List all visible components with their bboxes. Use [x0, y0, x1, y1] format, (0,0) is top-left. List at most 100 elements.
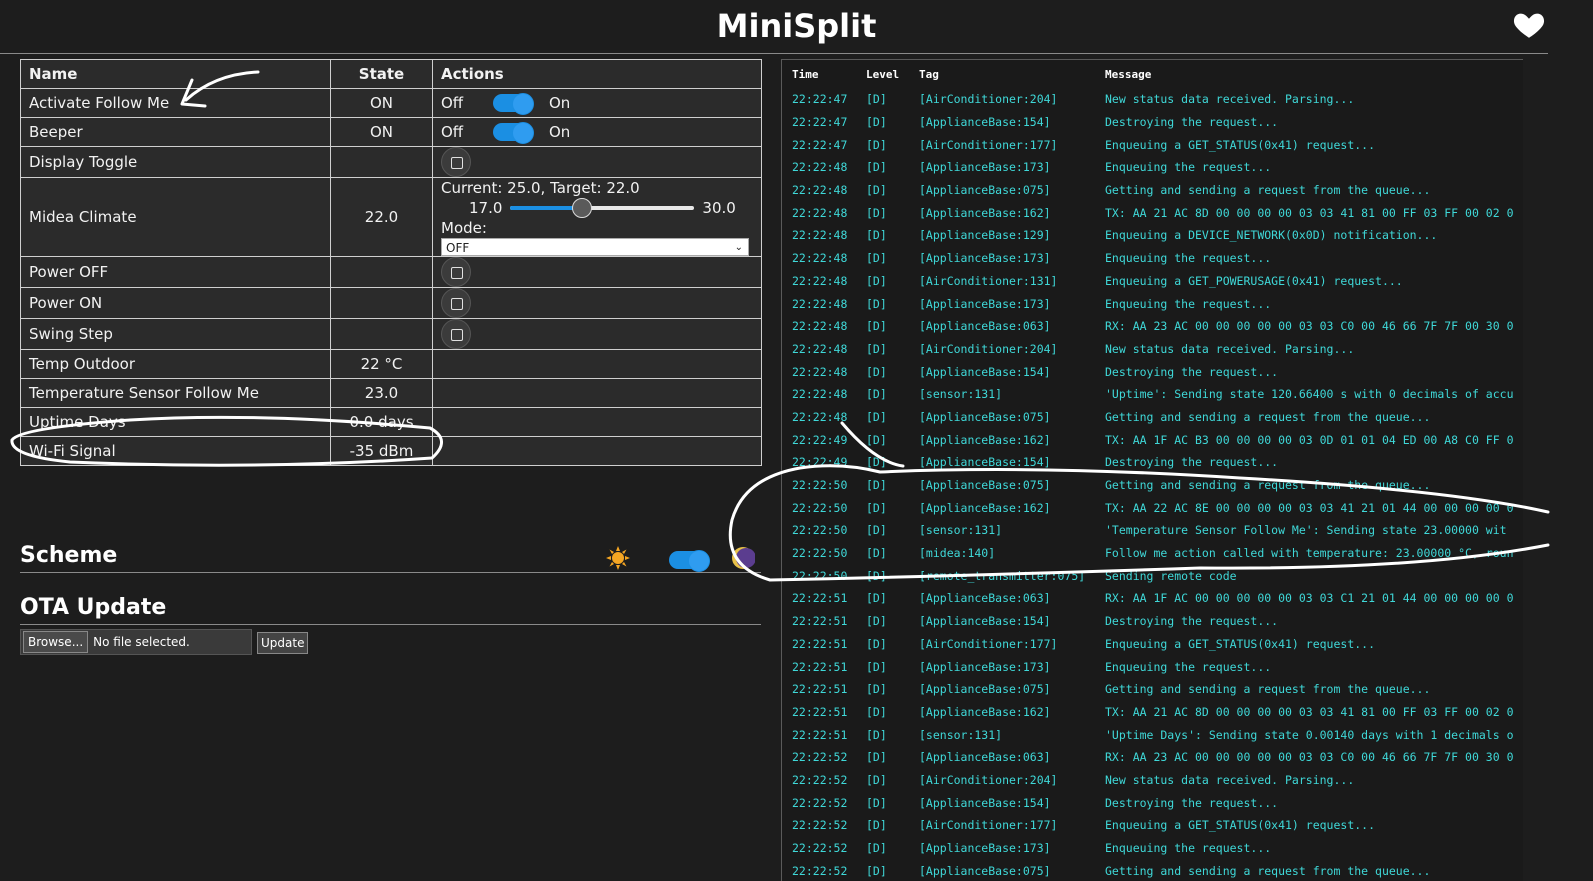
entity-state	[330, 318, 433, 350]
ota-divider	[20, 624, 761, 625]
slider-thumb[interactable]	[572, 198, 593, 218]
log-row: 22:22:48 [D] [AirConditioner:204] New statu…	[782, 338, 1523, 361]
entity-name: Beeper	[20, 117, 331, 147]
log-message: Enqueuing a GET_STATUS(0x41) request...	[1105, 137, 1376, 152]
beeper-toggle[interactable]	[493, 122, 534, 144]
log-tag: [ApplianceBase:173]	[919, 841, 1051, 856]
log-level: [D]	[866, 591, 887, 606]
entity-name: Power ON	[20, 287, 331, 319]
entity-actions: Current: 25.0, Target: 22.0 17.0 30.0 Mo…	[432, 177, 762, 257]
switch-on-label: On	[549, 123, 571, 141]
log-time: 22:22:51	[792, 727, 848, 742]
entity-state: 22 °C	[330, 349, 433, 379]
table-row: Display Toggle	[20, 146, 762, 178]
log-message: TX: AA 21 AC 8D 00 00 00 00 03 03 41 81 …	[1105, 704, 1514, 719]
log-tag: [AirConditioner:177]	[919, 818, 1058, 833]
log-tag: [AirConditioner:204]	[919, 341, 1058, 356]
power-off-button[interactable]	[441, 257, 471, 287]
log-time: 22:22:48	[792, 160, 848, 175]
log-time: 22:22:48	[792, 409, 848, 424]
power-on-button[interactable]	[441, 288, 471, 318]
climate-status: Current: 25.0, Target: 22.0	[441, 179, 640, 197]
log-tag: [ApplianceBase:063]	[919, 750, 1051, 765]
table-row: Temp Outdoor 22 °C	[20, 349, 762, 379]
log-level: [D]	[866, 92, 887, 107]
display-toggle-button[interactable]	[441, 147, 471, 177]
log-message: Destroying the request...	[1105, 614, 1279, 629]
log-row: 22:22:52 [D] [ApplianceBase:063] RX: AA 23 …	[782, 746, 1523, 769]
log-level: [D]	[866, 251, 887, 266]
log-time: 22:22:50	[792, 500, 848, 515]
log-message: New status data received. Parsing...	[1105, 341, 1355, 356]
log-message: Enqueuing a GET_STATUS(0x41) request...	[1105, 636, 1376, 651]
scheme-title: Scheme	[20, 543, 118, 568]
log-level: [D]	[866, 750, 887, 765]
log-row: 22:22:48 [D] [ApplianceBase:154] Destroying…	[782, 360, 1523, 383]
log-tag: [ApplianceBase:075]	[919, 183, 1051, 198]
climate-max-label: 30.0	[702, 199, 736, 217]
browse-button[interactable]: Browse...	[23, 631, 89, 653]
log-level: [D]	[866, 409, 887, 424]
log-header: Time Level Tag Message	[782, 60, 1523, 88]
log-time: 22:22:48	[792, 319, 848, 334]
scheme-divider	[20, 572, 761, 573]
log-message: RX: AA 1F AC 00 00 00 00 00 03 03 C1 21 …	[1105, 591, 1514, 606]
entity-name: Wi-Fi Signal	[20, 436, 331, 466]
log-time: 22:22:52	[792, 795, 848, 810]
follow-me-toggle[interactable]	[493, 93, 534, 115]
log-time: 22:22:51	[792, 659, 848, 674]
table-row: Uptime Days 0.0 days	[20, 407, 762, 437]
log-message: TX: AA 1F AC B3 00 00 00 00 03 0D 01 01 …	[1105, 432, 1514, 447]
update-button[interactable]: Update	[257, 632, 309, 654]
log-message: RX: AA 23 AC 00 00 00 00 00 03 03 C0 00 …	[1105, 750, 1514, 765]
log-message: Destroying the request...	[1105, 455, 1279, 470]
mode-label: Mode:	[441, 219, 487, 237]
log-tag: [sensor:131]	[919, 387, 1003, 402]
log-level: [D]	[866, 659, 887, 674]
sun-icon[interactable]	[606, 546, 630, 570]
log-row: 22:22:51 [D] [ApplianceBase:075] Getting an…	[782, 678, 1523, 701]
climate-min-label: 17.0	[469, 199, 503, 217]
log-message: Sending remote code	[1105, 568, 1237, 583]
entity-state: ON	[330, 117, 433, 147]
log-level: [D]	[866, 682, 887, 697]
log-time: 22:22:52	[792, 772, 848, 787]
target-temp-slider[interactable]	[510, 198, 695, 218]
log-level: [D]	[866, 432, 887, 447]
log-level: [D]	[866, 636, 887, 651]
log-time: 22:22:48	[792, 251, 848, 266]
log-time: 22:22:50	[792, 546, 848, 561]
file-input[interactable]: Browse... No file selected.	[20, 629, 252, 655]
moon-icon[interactable]	[731, 546, 755, 570]
swing-step-button[interactable]	[441, 319, 471, 349]
entity-actions	[432, 349, 762, 379]
log-row: 22:22:49 [D] [ApplianceBase:162] TX: AA 1F …	[782, 428, 1523, 451]
page-title: MiniSplit	[716, 7, 877, 45]
log-header-time: Time	[792, 67, 819, 81]
log-tag: [ApplianceBase:173]	[919, 160, 1051, 175]
heart-icon[interactable]	[1512, 8, 1546, 42]
log-row: 22:22:50 [D] [midea:140] Follow me action c…	[782, 542, 1523, 565]
log-row: 22:22:51 [D] [ApplianceBase:154] Destroying…	[782, 610, 1523, 633]
log-tag: [ApplianceBase:173]	[919, 659, 1051, 674]
log-message: Destroying the request...	[1105, 795, 1279, 810]
log-level: [D]	[866, 818, 887, 833]
log-level: [D]	[866, 115, 887, 130]
log-row: 22:22:48 [D] [ApplianceBase:173] Enqueuing …	[782, 292, 1523, 315]
log-time: 22:22:48	[792, 387, 848, 402]
log-tag: [AirConditioner:177]	[919, 137, 1058, 152]
entity-state	[330, 256, 433, 288]
entity-state: -35 dBm	[330, 436, 433, 466]
log-time: 22:22:51	[792, 704, 848, 719]
log-message: RX: AA 23 AC 00 00 00 00 00 03 03 C0 00 …	[1105, 319, 1514, 334]
log-level: [D]	[866, 478, 887, 493]
log-panel[interactable]: Time Level Tag Message 22:22:47 [D] [AirCo…	[781, 59, 1523, 881]
log-header-tag: Tag	[919, 67, 939, 81]
mode-select[interactable]: OFF ⌄	[441, 238, 749, 256]
dark-mode-toggle[interactable]	[669, 550, 710, 572]
log-tag: [ApplianceBase:173]	[919, 296, 1051, 311]
log-level: [D]	[866, 160, 887, 175]
slider-fill	[510, 206, 582, 210]
log-time: 22:22:47	[792, 137, 848, 152]
log-time: 22:22:47	[792, 115, 848, 130]
